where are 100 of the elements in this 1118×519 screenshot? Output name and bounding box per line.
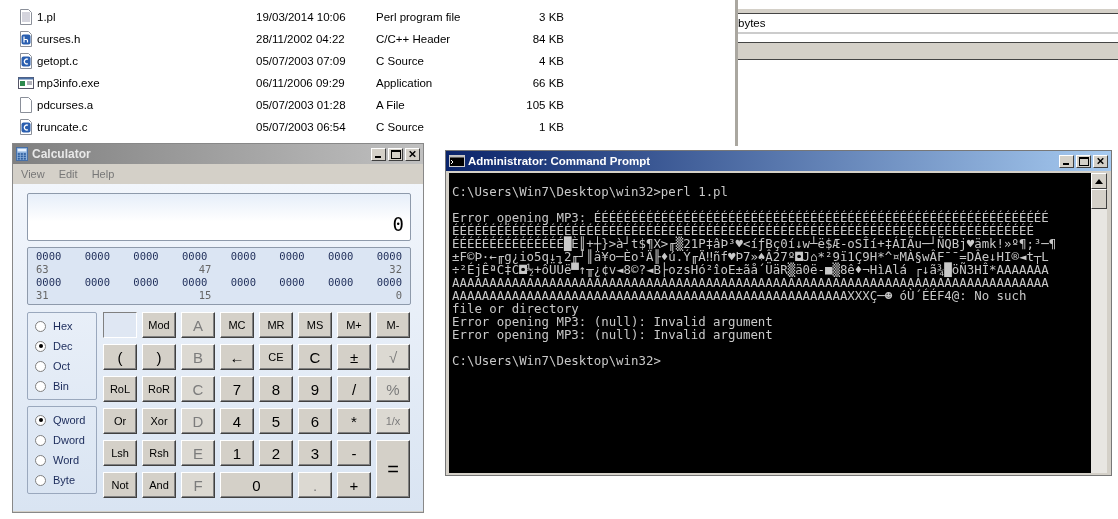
calculator-key[interactable]: RoL bbox=[103, 376, 137, 402]
file-size: 4 KB bbox=[538, 55, 564, 67]
text-field[interactable]: bytes bbox=[738, 14, 1118, 34]
calculator-key[interactable]: ( bbox=[103, 344, 137, 370]
file-name[interactable]: 1.pl bbox=[37, 11, 256, 23]
radio-button[interactable] bbox=[35, 414, 46, 426]
radio-option[interactable]: Byte bbox=[35, 473, 96, 487]
calculator-display: 0 bbox=[27, 193, 411, 241]
bit-group: 0000 bbox=[84, 250, 110, 263]
close-button[interactable] bbox=[405, 147, 420, 161]
file-name[interactable]: pdcurses.a bbox=[37, 99, 256, 111]
calculator-key[interactable]: M- bbox=[376, 312, 410, 338]
calculator-key[interactable]: ) bbox=[142, 344, 176, 370]
radio-button[interactable] bbox=[35, 320, 46, 332]
calculator-key[interactable]: ± bbox=[337, 344, 371, 370]
calculator-key[interactable]: + bbox=[337, 472, 371, 498]
calculator-key[interactable]: - bbox=[337, 440, 371, 466]
calculator-key[interactable]: Lsh bbox=[103, 440, 137, 466]
bit-group: 0000 bbox=[279, 276, 305, 289]
radio-button[interactable] bbox=[35, 454, 46, 466]
bit-group: 0000 bbox=[182, 276, 208, 289]
close-button[interactable] bbox=[1093, 154, 1108, 168]
bit-group: 0000 bbox=[376, 276, 402, 289]
file-size: 3 KB bbox=[538, 11, 564, 23]
console-line: ÉÉÉÉÉÉÉÉÉÉÉÉÉÉÉ█È║+┼}>à┘t$¶X>╓▒21P‡âÞ³♥<íƒBç0í↓w┴ë$Æ-oSÎí+‡ÁIÃu─┘ÑQBj♥ämk!»º¶;³─¶ bbox=[452, 237, 1057, 250]
bit-group: 0000 bbox=[84, 276, 110, 289]
file-size: 84 KB bbox=[531, 33, 564, 45]
calculator-icon bbox=[16, 147, 28, 161]
calculator-key[interactable]: MS bbox=[298, 312, 332, 338]
file-name[interactable]: truncate.c bbox=[37, 121, 256, 133]
calculator-key[interactable]: M+ bbox=[337, 312, 371, 338]
calculator-key[interactable]: = bbox=[376, 440, 410, 498]
calculator-key[interactable]: 5 bbox=[259, 408, 293, 434]
calculator-key[interactable]: And bbox=[142, 472, 176, 498]
calculator-key[interactable]: 3 bbox=[298, 440, 332, 466]
radio-button[interactable] bbox=[35, 434, 46, 446]
calculator-key[interactable]: 0 bbox=[220, 472, 293, 498]
bit-group: 0000 bbox=[182, 250, 208, 263]
radio-button[interactable] bbox=[35, 360, 46, 372]
calculator-key[interactable]: * bbox=[337, 408, 371, 434]
minimize-button[interactable] bbox=[371, 147, 386, 161]
calculator-key[interactable]: / bbox=[337, 376, 371, 402]
calculator-key[interactable]: Not bbox=[103, 472, 137, 498]
scroll-up-button[interactable] bbox=[1091, 173, 1107, 189]
close-icon bbox=[408, 150, 417, 158]
console-line: Error opening MP3: (null): Invalid argument bbox=[452, 328, 773, 341]
scroll-thumb[interactable] bbox=[1091, 189, 1107, 209]
bit-group: 0000 bbox=[36, 250, 62, 263]
minimize-button[interactable] bbox=[1059, 154, 1074, 168]
file-date: 06/11/2006 09:29 bbox=[256, 77, 346, 89]
calculator-key[interactable]: 2 bbox=[259, 440, 293, 466]
scrollbar[interactable] bbox=[1091, 173, 1107, 473]
maximize-button[interactable] bbox=[1076, 154, 1091, 168]
radio-option[interactable]: Word bbox=[35, 453, 96, 467]
radio-option[interactable]: Hex bbox=[35, 319, 96, 333]
radio-option[interactable]: Qword bbox=[35, 413, 96, 427]
radio-option[interactable]: Bin bbox=[35, 379, 96, 393]
calculator-key[interactable]: Xor bbox=[142, 408, 176, 434]
calculator-key[interactable]: C bbox=[298, 344, 332, 370]
bit-group: 0000 bbox=[279, 250, 305, 263]
calculator-key[interactable]: ← bbox=[220, 344, 254, 370]
bit-group: 0000 bbox=[328, 250, 354, 263]
calculator-key[interactable]: 6 bbox=[298, 408, 332, 434]
radio-button[interactable] bbox=[35, 380, 46, 392]
radio-button[interactable] bbox=[35, 340, 46, 352]
bit-group: 0000 bbox=[36, 276, 62, 289]
radio-option[interactable]: Dec bbox=[35, 339, 96, 353]
console-line: Error opening MP3: ÉÉÉÉÉÉÉÉÉÉÉÉÉÉÉÉÉÉÉÉÉÉÉÉÉÉÉÉÉÉÉÉÉÉÉÉÉÉÉÉÉÉÉÉÉÉÉÉÉÉÉÉÉÉÉÉÉÉÉÉÉ bbox=[452, 211, 1049, 224]
bit-group: 0000 bbox=[230, 276, 256, 289]
console-line: ±F©Þ·←╓g¿io5q↓┐2╓┘║ä¥o─Èo¹Ä╟♦ú.Ý╓Ä‼ñf♥Þ7»♠Â27º◘J⌂*²9ï1Ç9H*^¤MÀ§wÂF¯¯=DÂe↓HI®◄t┬L bbox=[452, 250, 1049, 263]
calculator-key[interactable]: Mod bbox=[142, 312, 176, 338]
calculator-key[interactable]: CE bbox=[259, 344, 293, 370]
file-icon bbox=[18, 97, 34, 113]
bit-position: 0 bbox=[395, 289, 402, 302]
bit-position: 15 bbox=[198, 289, 213, 302]
calculator-key[interactable]: MR bbox=[259, 312, 293, 338]
console-line: C:\Users\Win7\Desktop\win32>perl 1.pl bbox=[452, 185, 728, 198]
file-date: 28/11/2002 04:22 bbox=[256, 33, 346, 45]
console-line: AAAAAAAAAAAAAAAAAAAAAAAAAAAAAAAAAAAAAAAAAAAAAAAAAAAAAXXXÇ─☻ óÙ´ÉÉF4@: No such bbox=[452, 289, 1027, 302]
bit-group: 0000 bbox=[133, 276, 159, 289]
calculator-key[interactable]: 8 bbox=[259, 376, 293, 402]
calculator-key[interactable]: 9 bbox=[298, 376, 332, 402]
bit-group: 0000 bbox=[133, 250, 159, 263]
calculator-key[interactable]: RoR bbox=[142, 376, 176, 402]
file-date: 05/07/2003 07:09 bbox=[256, 55, 347, 67]
calculator-key[interactable]: 7 bbox=[220, 376, 254, 402]
radio-button[interactable] bbox=[35, 474, 46, 486]
calculator-key[interactable]: Or bbox=[103, 408, 137, 434]
maximize-button[interactable] bbox=[388, 147, 403, 161]
radio-option[interactable]: Oct bbox=[35, 359, 96, 373]
file-name[interactable]: curses.h bbox=[37, 33, 256, 45]
file-name[interactable]: mp3info.exe bbox=[37, 77, 256, 89]
radio-option[interactable]: Dword bbox=[35, 433, 96, 447]
file-name[interactable]: getopt.c bbox=[37, 55, 256, 67]
console-line: ÉÉÉÉÉÉÉÉÉÉÉÉÉÉÉÉÉÉÉÉÉÉÉÉÉÉÉÉÉÉÉÉÉÉÉÉÉÉÉÉÉÉÉÉÉÉÉÉÉÉÉÉÉÉÉÉÉÉÉÉÉÉÉÉÉÉÉÉÉÉÉÉÉÉÉÉÉÉ bbox=[452, 224, 1034, 237]
calculator-key[interactable]: Rsh bbox=[142, 440, 176, 466]
calculator-key[interactable]: 1 bbox=[220, 440, 254, 466]
calculator-key[interactable]: MC bbox=[220, 312, 254, 338]
bit-group: 0000 bbox=[230, 250, 256, 263]
calculator-key[interactable]: 4 bbox=[220, 408, 254, 434]
